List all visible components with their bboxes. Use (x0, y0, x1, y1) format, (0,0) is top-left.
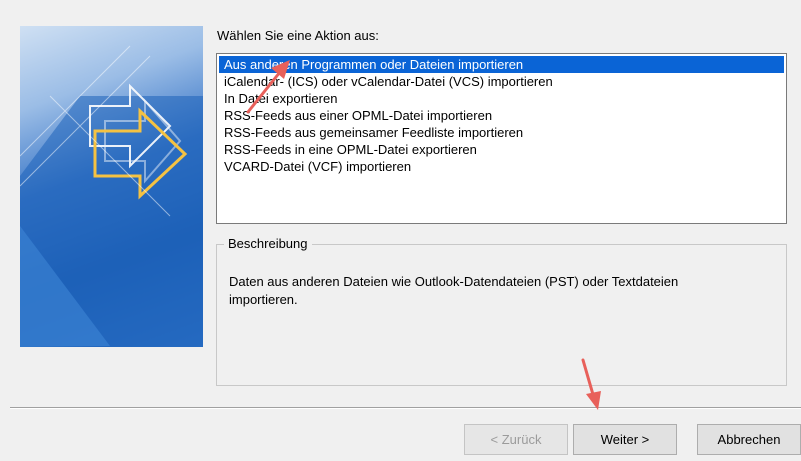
list-item-import-rss-common-feed[interactable]: RSS-Feeds aus gemeinsamer Feedliste impo… (219, 124, 784, 141)
cancel-button[interactable]: Abbrechen (697, 424, 801, 455)
arrows-graphic (20, 45, 203, 347)
list-item-import-vcard[interactable]: VCARD-Datei (VCF) importieren (219, 158, 784, 175)
list-item-export-rss-opml[interactable]: RSS-Feeds in eine OPML-Datei exportieren (219, 141, 784, 158)
description-text: Daten aus anderen Dateien wie Outlook-Da… (229, 274, 679, 307)
back-button[interactable]: < Zurück (464, 424, 568, 455)
list-item-export-to-file[interactable]: In Datei exportieren (219, 90, 784, 107)
list-item-import-icalendar[interactable]: iCalendar- (ICS) oder vCalendar-Datei (V… (219, 73, 784, 90)
wizard-banner-image (20, 26, 203, 347)
footer-separator (10, 407, 801, 409)
next-button[interactable]: Weiter > (573, 424, 677, 455)
description-title: Beschreibung (224, 236, 312, 251)
list-item-import-rss-opml[interactable]: RSS-Feeds aus einer OPML-Datei importier… (219, 107, 784, 124)
list-item-import-from-other-programs[interactable]: Aus anderen Programmen oder Dateien impo… (219, 56, 784, 73)
action-prompt-label: Wählen Sie eine Aktion aus: (217, 28, 379, 43)
action-listbox[interactable]: Aus anderen Programmen oder Dateien impo… (216, 53, 787, 224)
description-groupbox (216, 244, 787, 386)
